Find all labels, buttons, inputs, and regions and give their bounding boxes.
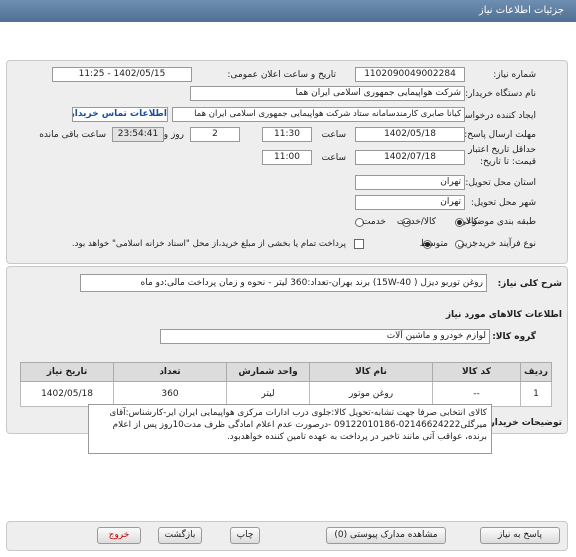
cell-index: 1: [520, 381, 552, 407]
category-option-goods: کالا: [465, 217, 478, 227]
reply-button[interactable]: پاسخ به نیاز: [480, 527, 560, 544]
col-index: ردیف: [520, 362, 552, 382]
validity-label-1: حداقل تاریخ اعتبار: [468, 145, 536, 155]
goods-table-header: ردیف کد کالا نام کالا واحد شمارش تعداد ت…: [20, 362, 552, 382]
cell-date: 1402/05/18: [20, 381, 114, 407]
need-number-field: 1102090049002284: [355, 67, 465, 82]
validity-label-2: قیمت: تا تاریخ:: [480, 157, 536, 167]
col-unit: واحد شمارش: [226, 362, 310, 382]
back-button[interactable]: بازگشت: [158, 527, 202, 544]
validity-date-field: 1402/07/18: [355, 150, 465, 165]
creator-field: کیانا صابری کارمندسامانه ستاد شرکت هواپی…: [172, 107, 465, 122]
category-option-service: خدمت: [362, 217, 386, 227]
buyer-org-label: نام دستگاه خریدار:: [465, 89, 536, 99]
col-qty: تعداد: [113, 362, 227, 382]
goods-group-field: لوازم خودرو و ماشین آلات: [160, 329, 490, 344]
treasury-note: پرداخت تمام یا بخشی از مبلغ خرید،از محل …: [71, 239, 346, 249]
city-label: شهر محل تحویل:: [470, 198, 536, 208]
validity-time-label: ساعت: [321, 153, 347, 163]
deadline-time-field: 11:30: [262, 127, 312, 142]
col-date: تاریخ نیاز: [20, 362, 114, 382]
validity-time-field: 11:00: [262, 150, 312, 165]
cell-code: --: [432, 381, 521, 407]
goods-section-title: اطلاعات کالاهای مورد نیاز: [445, 310, 562, 320]
remaining-time-field: 23:54:41: [112, 127, 164, 142]
category-option-goods-service: کالا/خدمت: [396, 217, 436, 227]
print-button[interactable]: چاپ: [230, 527, 260, 544]
announce-label: تاریخ و ساعت اعلان عمومی:: [227, 70, 336, 80]
cell-name: روغن موتور: [309, 381, 433, 407]
province-label: استان محل تحویل:: [465, 178, 536, 188]
province-field: تهران: [355, 175, 465, 190]
need-number-label: شماره نیاز:: [493, 70, 536, 80]
page-title: جزئیات اطلاعات نیاز: [478, 5, 564, 16]
cell-qty: 360: [113, 381, 227, 407]
buyer-notes-field: کالای انتخابی صرفا جهت تشابه-تحویل کالا:…: [88, 404, 492, 454]
treasury-checkbox[interactable]: [354, 239, 364, 249]
summary-label: شرح کلی نیاز:: [497, 279, 562, 289]
process-option-minor: جزیی: [457, 239, 478, 249]
deadline-time-label: ساعت: [321, 130, 347, 140]
goods-group-label: گروه کالا:: [492, 332, 536, 342]
process-label: نوع فرآیند خرید :: [472, 239, 536, 249]
creator-label: ایجاد کننده درخواست:: [453, 111, 536, 121]
buyer-org-field: شرکت هواپیمایی جمهوری اسلامی ایران هما: [190, 86, 465, 101]
col-code: کد کالا: [432, 362, 521, 382]
process-option-medium: متوسط: [419, 239, 448, 249]
days-label: روز و: [163, 130, 184, 140]
contact-buyer-link[interactable]: اطلاعات تماس خریدار: [72, 107, 168, 122]
days-field: 2: [190, 127, 240, 142]
announce-field: 1402/05/15 - 11:25: [52, 67, 192, 82]
col-name: نام کالا: [309, 362, 433, 382]
page-header: جزئیات اطلاعات نیاز: [0, 0, 576, 22]
remaining-label: ساعت باقی مانده: [39, 130, 106, 140]
goods-table: ردیف کد کالا نام کالا واحد شمارش تعداد ت…: [20, 362, 552, 407]
category-radio-goods[interactable]: [455, 218, 464, 227]
buyer-notes-label: توضیحات خریدار:: [486, 418, 562, 428]
view-attachments-button[interactable]: مشاهده مدارک پیوستی (0): [326, 527, 446, 544]
summary-field: روغن توربو دیزل ( 15W-40) برند بهران-تعد…: [80, 274, 487, 292]
table-row: 1 -- روغن موتور لیتر 360 1402/05/18: [20, 381, 552, 407]
exit-button[interactable]: خروج: [97, 527, 141, 544]
deadline-date-field: 1402/05/18: [355, 127, 465, 142]
city-field: تهران: [355, 195, 465, 210]
cell-unit: لیتر: [226, 381, 310, 407]
